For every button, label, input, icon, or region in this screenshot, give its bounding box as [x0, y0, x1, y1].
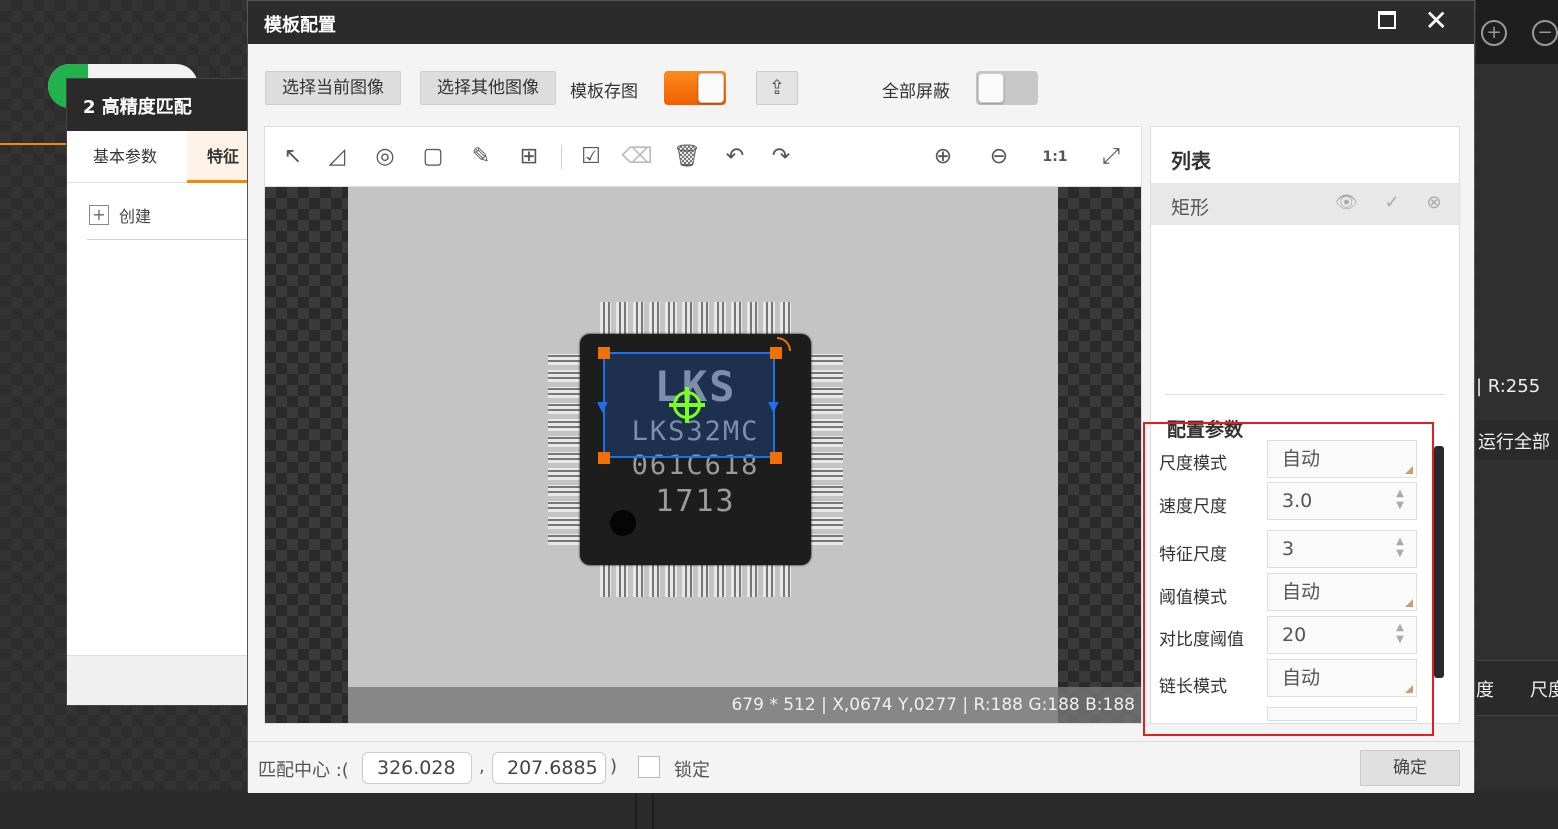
dialog-footer: 匹配中心 :( 326.028 , 207.6885 ) 锁定 确定	[248, 741, 1474, 793]
list-title: 列表	[1171, 149, 1211, 173]
lock-checkbox[interactable]	[638, 756, 660, 778]
zoom-out-icon[interactable]: −	[1532, 20, 1558, 46]
list-item[interactable]: 矩形 👁 ✓ ⊗	[1151, 183, 1459, 225]
bottom-area	[0, 790, 1558, 829]
toggle-knob	[698, 73, 724, 103]
panel-footer	[67, 655, 255, 705]
toggle-knob	[978, 73, 1004, 103]
roi-handle[interactable]	[598, 452, 610, 464]
ok-button[interactable]: 确定	[1360, 750, 1460, 786]
maximize-icon[interactable]	[1378, 11, 1396, 29]
chip-pins	[811, 354, 843, 545]
image-view-panel: + − | R:255 运行全部 度 尺度	[1476, 0, 1558, 790]
match-center-label: 匹配中心 :(	[258, 760, 349, 781]
divider	[87, 239, 255, 240]
divider	[1165, 394, 1445, 395]
column-header: 尺度	[1530, 680, 1558, 701]
delete-icon[interactable]: 🗑	[671, 141, 703, 173]
polygon-icon[interactable]: ◿	[321, 141, 353, 173]
rectangle-icon[interactable]: ▢	[417, 141, 449, 173]
list-item-label: 矩形	[1171, 197, 1210, 219]
chip-pins	[548, 354, 580, 545]
mask-all-toggle[interactable]	[976, 71, 1038, 105]
image-status-bar: 679 * 512 | X,0674 Y,0277 | R:188 G:188 …	[348, 687, 1141, 723]
bottom-divider	[635, 790, 637, 829]
chip-pin1-dot	[610, 510, 636, 536]
center-x-input[interactable]: 326.028	[362, 752, 472, 784]
close-icon[interactable]: ✕	[1425, 5, 1448, 37]
undo-icon[interactable]: ↶	[719, 141, 751, 173]
save-template-image-label: 模板存图	[570, 82, 638, 102]
pen-icon[interactable]: ✎	[465, 141, 497, 173]
save-template-image-toggle[interactable]	[664, 71, 726, 105]
dialog-title: 模板配置	[264, 15, 336, 36]
select-other-image-button[interactable]: 选择其他图像	[420, 71, 556, 105]
comma-label: ,	[479, 756, 485, 777]
roi-side-arrow-icon[interactable]: ▼	[768, 399, 779, 415]
image-canvas[interactable]: LKS LKS32MC 061C618 1713 ▼ ▼ 679 * 512 |…	[265, 187, 1141, 723]
template-config-dialog: 模板配置 ✕ 选择当前图像 选择其他图像 模板存图 ⇪ 全部屏蔽 ↖ ◿ ◎ ▢…	[247, 0, 1475, 793]
chip-pins	[600, 565, 791, 597]
circle-icon[interactable]: ◎	[369, 141, 401, 173]
run-all-button[interactable]: 运行全部	[1478, 428, 1550, 454]
close-paren-label: )	[610, 756, 618, 777]
upload-icon: ⇪	[768, 75, 786, 99]
highlight-box	[1143, 422, 1434, 736]
roi-center-marker[interactable]	[669, 387, 705, 423]
zoom-in-icon[interactable]: +	[1481, 20, 1507, 46]
actual-size-icon[interactable]: 1:1	[1039, 141, 1071, 173]
chip-pins	[600, 302, 791, 334]
mask-all-label: 全部屏蔽	[882, 82, 950, 102]
upload-button[interactable]: ⇪	[756, 71, 798, 105]
zoom-out-icon[interactable]: ⊖	[983, 141, 1015, 173]
center-y-input[interactable]: 207.6885	[492, 752, 606, 784]
check-circle-icon[interactable]: ✓	[1381, 192, 1403, 214]
create-label: 创建	[119, 207, 152, 226]
roi-handle[interactable]	[770, 452, 782, 464]
zoom-in-icon[interactable]: ⊕	[927, 141, 959, 173]
select-arrow-icon[interactable]: ↖	[277, 141, 309, 173]
canvas-toolbar: ↖ ◿ ◎ ▢ ✎ ⊞ ☑ ⌫ 🗑 ↶ ↷ ⊕ ⊖ 1:1 ⤢	[265, 127, 1141, 187]
bottom-divider	[652, 790, 654, 829]
remove-circle-icon[interactable]: ⊗	[1423, 192, 1445, 214]
create-button[interactable]: + 创建	[89, 203, 151, 227]
lock-label: 锁定	[674, 760, 710, 781]
apply-mask-icon[interactable]: ☑	[575, 141, 607, 173]
tool-settings-panel: 2 高精度匹配 基本参数 特征 + 创建	[66, 78, 257, 706]
canvas-panel: ↖ ◿ ◎ ▢ ✎ ⊞ ☑ ⌫ 🗑 ↶ ↷ ⊕ ⊖ 1:1 ⤢ LKS LKS3…	[264, 126, 1142, 724]
dialog-titlebar: 模板配置 ✕	[248, 1, 1474, 44]
config-scrollbar[interactable]	[1434, 446, 1444, 678]
fit-window-icon[interactable]: ⤢	[1095, 141, 1127, 173]
select-current-image-button[interactable]: 选择当前图像	[265, 71, 401, 105]
connection-line	[0, 143, 70, 145]
plus-icon: +	[89, 205, 109, 225]
pixel-readout: | R:255	[1476, 376, 1541, 397]
eraser-icon[interactable]: ⌫	[621, 141, 653, 173]
tab-basic-params[interactable]: 基本参数	[93, 131, 157, 183]
eye-icon[interactable]: 👁	[1335, 192, 1358, 214]
roi-handle[interactable]	[598, 347, 610, 359]
add-point-icon[interactable]: ⊞	[513, 141, 545, 173]
roi-side-arrow-icon[interactable]: ▼	[597, 399, 608, 415]
column-header: 度	[1476, 680, 1494, 701]
toolbar-separator	[561, 145, 562, 169]
panel-title: 2 高精度匹配	[67, 79, 255, 131]
panel-tabs: 基本参数 特征	[67, 131, 257, 183]
redo-icon[interactable]: ↷	[765, 141, 797, 173]
